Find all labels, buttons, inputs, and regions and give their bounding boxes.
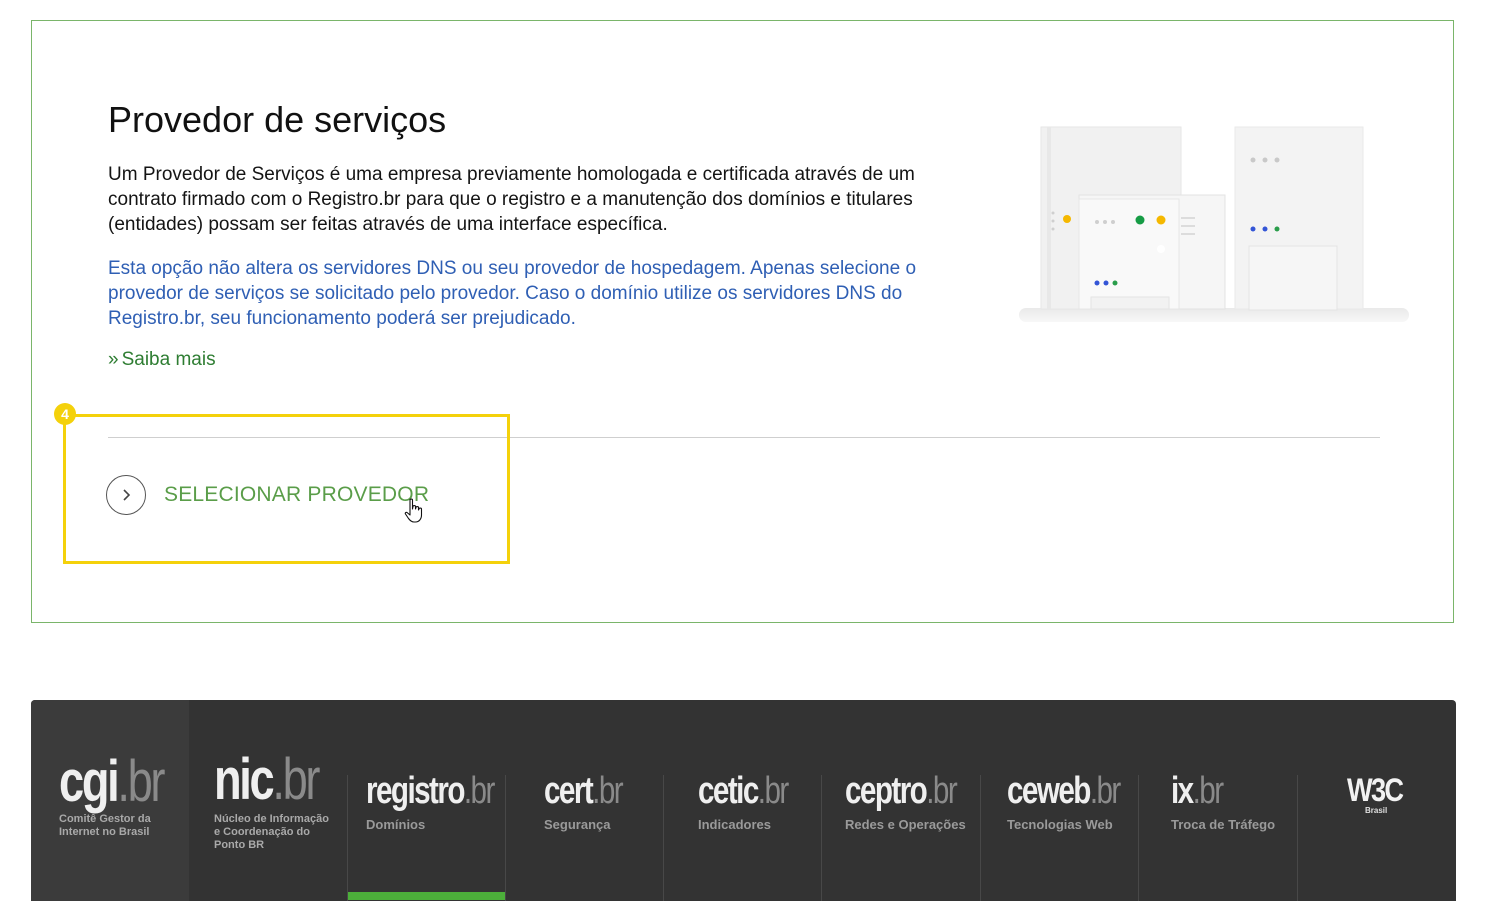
section-divider xyxy=(108,437,1380,438)
cert-subtitle: Segurança xyxy=(544,817,611,832)
servers-illustration xyxy=(1017,121,1412,331)
footer-separator xyxy=(980,775,981,901)
ceptro-logo: ceptro.br xyxy=(845,770,958,812)
dns-warning-note: Esta opção não altera os servidores DNS … xyxy=(108,258,917,329)
footer-separator xyxy=(1297,775,1298,901)
footer-separator xyxy=(505,775,506,901)
step-number-badge: 4 xyxy=(54,403,76,425)
footer-link-nic[interactable]: nic.br Núcleo de Informação e Coordenaçã… xyxy=(214,700,348,901)
footer-link-ceptro[interactable]: ceptro.br Redes e Operações xyxy=(845,700,988,901)
footer-link-cert[interactable]: cert.br Segurança xyxy=(544,700,644,901)
ceweb-subtitle: Tecnologias Web xyxy=(1007,817,1113,832)
footer-link-ix[interactable]: ix.br Troca de Tráfego xyxy=(1171,700,1275,901)
footer-link-cgi[interactable]: cgi.br Comitê Gestor da Internet no Bras… xyxy=(59,700,193,901)
nic-subtitle: Núcleo de Informação e Coordenação do Po… xyxy=(214,813,329,851)
learn-more-prefix: » xyxy=(108,349,119,370)
select-provider-button[interactable]: SELECIONAR PROVEDOR xyxy=(106,473,429,517)
footer-separator xyxy=(663,775,664,901)
footer-link-cetic[interactable]: cetic.br Indicadores xyxy=(698,700,813,901)
footer-separator xyxy=(1138,775,1139,901)
registro-logo: registro.br xyxy=(366,770,495,812)
cetic-subtitle: Indicadores xyxy=(698,817,771,832)
hand-cursor-icon xyxy=(404,498,423,523)
page-title: Provedor de serviços xyxy=(108,99,447,140)
select-provider-label: SELECIONAR PROVEDOR xyxy=(164,483,430,506)
servers-icon xyxy=(1019,126,1409,322)
cert-logo: cert.br xyxy=(544,770,624,812)
footer-link-ceweb[interactable]: ceweb.br Tecnologias Web xyxy=(1007,700,1152,901)
footer-separator xyxy=(347,775,348,901)
learn-more-label: Saiba mais xyxy=(121,349,216,370)
nic-logo: nic.br xyxy=(214,747,320,812)
w3c-logo: W3C xyxy=(1347,772,1404,808)
service-provider-card: Provedor de serviços Um Provedor de Serv… xyxy=(31,20,1454,623)
chevron-right-icon xyxy=(106,475,146,515)
ix-subtitle: Troca de Tráfego xyxy=(1171,817,1276,832)
description-text: Um Provedor de Serviços é uma empresa pr… xyxy=(108,164,915,235)
cetic-logo: cetic.br xyxy=(698,770,789,812)
ix-logo: ix.br xyxy=(1171,770,1224,812)
cgi-logo: cgi.br xyxy=(59,749,165,814)
cgi-subtitle: Comitê Gestor da Internet no Brasil xyxy=(59,813,151,838)
ceptro-subtitle: Redes e Operações xyxy=(845,817,966,832)
active-tab-indicator xyxy=(348,892,506,900)
footer-separator xyxy=(821,775,822,901)
ceweb-logo: ceweb.br xyxy=(1007,770,1121,812)
footer-brand-bar: cgi.br Comitê Gestor da Internet no Bras… xyxy=(31,700,1456,901)
footer-link-w3c[interactable]: W3C Brasil xyxy=(1347,700,1412,901)
learn-more-link[interactable]: » Saiba mais xyxy=(108,349,216,371)
